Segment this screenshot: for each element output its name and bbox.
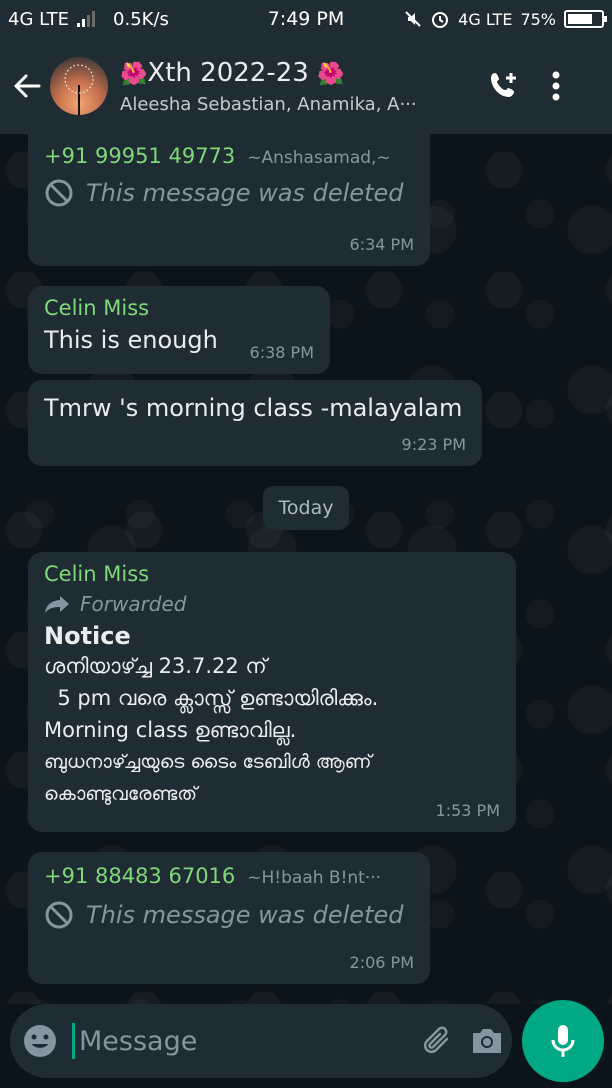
add-call-button[interactable] [478,56,530,116]
network-speed: 0.5K/s [113,8,169,30]
message-bubble[interactable]: Celin Miss Forwarded Notice ശനിയാഴ്ച്ച 2… [28,552,516,832]
deleted-message: This message was deleted [44,900,414,930]
menu-button[interactable] [530,56,582,116]
sender-name[interactable]: Celin Miss [44,562,500,586]
message-input[interactable] [72,1023,421,1059]
forwarded-label: Forwarded [44,592,500,616]
message-line: Morning class ഉണ്ടാവില്ല. [44,718,297,742]
signal-icon [77,11,96,27]
notice-title: Notice [44,622,131,650]
message-line: കൊണ്ടുവരേണ്ടത് [44,783,198,805]
message-line: ബുധനാഴ്ച്ചയുടെ ടൈം ടേബിൾ ആണ് [44,751,372,773]
mic-button[interactable] [522,1000,604,1082]
sender-phone[interactable]: +91 88483 67016 [44,864,235,888]
message-time: 9:23 PM [401,435,466,454]
deleted-text: This message was deleted [86,901,404,929]
attach-button[interactable] [421,1015,455,1067]
deleted-text: This message was deleted [86,179,404,207]
group-info[interactable]: 🌺Xth 2022-23 🌺 Aleesha Sebastian, Anamik… [120,58,460,115]
message-line: ശനിയാഴ്ച്ച 23.7.22 ന് [44,654,267,678]
sender-phone[interactable]: +91 99951 49773 [44,144,235,168]
forwarded-text: Forwarded [80,592,187,616]
message-bubble[interactable]: +91 88483 67016 ~H!baah B!nt··· This mess… [28,852,430,984]
message-line: 5 pm വരെ ക്ലാസ്സ് ഉണ്ടായിരിക്കും. [44,686,379,710]
mute-icon [405,11,421,27]
message-text: Tmrw 's morning class -malayalam [44,394,463,422]
group-name: Xth 2022-23 [147,57,309,88]
camera-button[interactable] [469,1015,505,1067]
status-bar: 4G LTE 0.5K/s 7:49 PM 4G LTE 75% [0,0,612,38]
sender-alias: ~H!baah B!nt··· [247,868,382,888]
emoji-button[interactable] [22,1017,58,1065]
deleted-icon [45,179,73,207]
sender-alias: ~Anshasamad,~ [247,148,391,168]
message-time: 6:38 PM [249,343,314,362]
back-button[interactable] [4,38,50,134]
message-bubble[interactable]: Tmrw 's morning class -malayalam 9:23 PM [28,380,482,466]
sender-name[interactable]: Celin Miss [44,296,314,320]
group-title: 🌺Xth 2022-23 🌺 [120,58,460,88]
network-label-right: 4G LTE [458,9,513,29]
camera-icon [473,1029,501,1053]
battery-icon [564,10,607,28]
message-time: 1:53 PM [435,801,500,820]
flower-emoji: 🌺 [120,61,148,87]
deleted-icon [45,901,73,929]
alarm-icon [432,12,449,28]
chat-header: 🌺Xth 2022-23 🌺 Aleesha Sebastian, Anamik… [0,38,612,134]
group-avatar[interactable] [50,57,108,115]
more-vert-icon [552,71,560,101]
group-members: Aleesha Sebastian, Anamika, A··· [120,93,417,115]
deleted-message: This message was deleted [44,178,414,208]
add-call-icon [491,73,516,97]
emoji-icon [24,1025,56,1057]
compose-bar [10,1004,512,1078]
forward-icon [45,596,69,613]
attach-icon [423,1026,449,1054]
message-time: 2:06 PM [349,953,414,972]
message-bubble[interactable]: +91 99951 49773 ~Anshasamad,~ This messag… [28,134,430,266]
date-chip: Today [263,486,349,530]
back-arrow-icon [14,74,41,98]
mic-icon [551,1025,575,1057]
message-time: 6:34 PM [349,235,414,254]
flower-emoji: 🌺 [317,61,345,87]
battery-percent: 75% [520,9,556,29]
message-bubble[interactable]: Celin Miss This is enough 6:38 PM [28,286,330,374]
network-label: 4G LTE [8,8,70,30]
chat-area[interactable]: +91 99951 49773 ~Anshasamad,~ This messag… [0,134,612,1004]
